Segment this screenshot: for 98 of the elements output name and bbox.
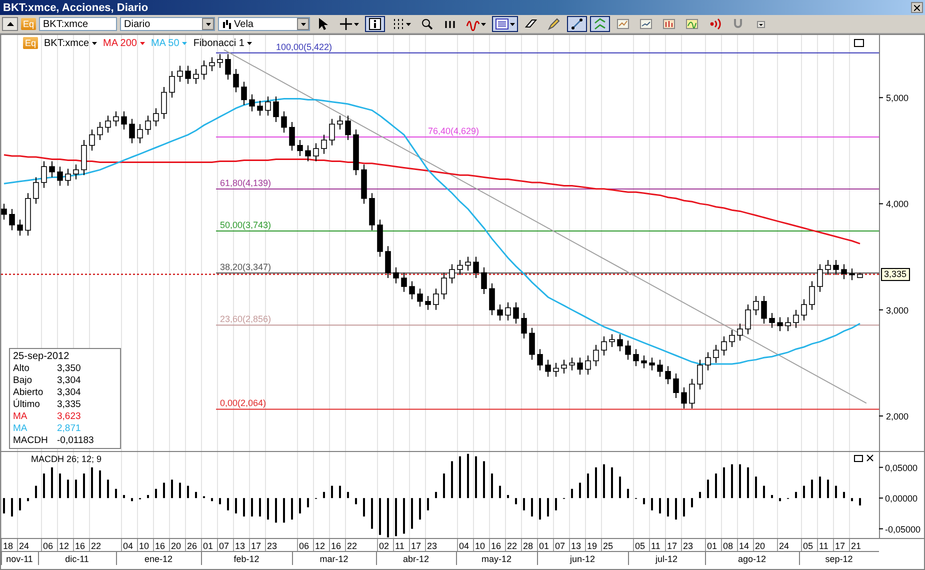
day-label: 16	[75, 541, 86, 551]
fibonacci-level-label: 61,80(4,139)	[220, 178, 272, 188]
day-label: 05	[803, 541, 814, 551]
day-label: 23	[427, 541, 438, 551]
month-label: jun-12	[570, 554, 596, 564]
info-value: 3,335	[57, 399, 82, 410]
day-label: 23	[267, 541, 278, 551]
month-label: ene-12	[144, 554, 173, 564]
day-label: 16	[155, 541, 166, 551]
day-label: 05	[635, 541, 646, 551]
fibonacci-level-label: 38,20(3,347)	[220, 262, 272, 272]
day-label: 06	[43, 541, 54, 551]
day-label: 12	[59, 541, 70, 551]
indicator-title: MACDH 26; 12; 9	[31, 454, 102, 464]
fibonacci-level-label: 76,40(4,629)	[428, 126, 480, 136]
info-label: MACDH	[13, 435, 49, 446]
info-value: 3,304	[57, 387, 82, 398]
day-label: 17	[667, 541, 678, 551]
equity-badge: Eq	[21, 18, 36, 30]
indicator-axis-label: 0,00000	[885, 494, 918, 504]
price-axis-label: 2,000	[886, 411, 909, 422]
day-label: 11	[651, 541, 660, 551]
month-label: mar-12	[320, 554, 348, 564]
day-label: 25	[603, 541, 614, 551]
month-label: ago-12	[738, 554, 766, 564]
legend-item[interactable]: BKT:xmce	[44, 38, 98, 48]
info-label: MA	[13, 411, 28, 422]
day-label: 20	[171, 541, 182, 551]
info-label: MA	[13, 423, 28, 434]
day-label: 21	[851, 541, 862, 551]
legend-item[interactable]: Fibonacci 1	[193, 38, 252, 48]
month-label: sep-12	[825, 554, 853, 564]
day-label: 14	[739, 541, 750, 551]
info-value: 2,871	[57, 423, 82, 434]
day-label: 13	[235, 541, 246, 551]
day-label: 22	[347, 541, 358, 551]
day-label: 24	[779, 541, 790, 551]
month-label: jul-12	[656, 554, 678, 564]
day-label: 28	[523, 541, 534, 551]
day-label: 01	[707, 541, 718, 551]
day-label: 04	[123, 541, 134, 551]
day-label: 02	[379, 541, 390, 551]
day-label: 20	[755, 541, 766, 551]
indicator-axis-label: -0,05000	[885, 524, 921, 534]
info-value: 3,350	[57, 363, 82, 374]
day-label: 12	[315, 541, 326, 551]
day-label: 13	[571, 541, 582, 551]
day-label: 11	[819, 541, 828, 551]
info-value: 3,304	[57, 375, 82, 386]
info-value: 3,623	[57, 411, 82, 422]
month-label: nov-11	[6, 554, 33, 564]
day-label: 06	[299, 541, 310, 551]
day-label: 01	[203, 541, 214, 551]
info-label: Último	[13, 399, 41, 410]
day-label: 16	[491, 541, 502, 551]
day-label: 10	[475, 541, 486, 551]
day-label: 07	[219, 541, 230, 551]
fibonacci-level-label: 100,00(5,422)	[276, 42, 332, 52]
day-label: 04	[459, 541, 470, 551]
day-label: 10	[139, 541, 150, 551]
day-label: 22	[507, 541, 518, 551]
month-label: may-12	[482, 554, 512, 564]
day-label: 23	[683, 541, 694, 551]
equity-badge: Eq	[23, 37, 38, 49]
month-label: dic-11	[65, 554, 89, 564]
fibonacci-level-label: 50,00(3,743)	[220, 220, 272, 230]
day-label: 17	[835, 541, 846, 551]
month-label: feb-12	[234, 554, 260, 564]
price-axis-label: 3,000	[886, 305, 909, 316]
month-label: abr-12	[403, 554, 429, 564]
day-label: 11	[395, 541, 404, 551]
price-axis-label: 4,000	[886, 199, 909, 210]
day-label: 26	[187, 541, 198, 551]
fibonacci-level-label: 0,00(2,064)	[220, 398, 266, 408]
fibonacci-level-label: 23,60(2,856)	[220, 314, 272, 324]
info-value: -0,01183	[57, 435, 95, 446]
period-dropdown[interactable]: Diario	[120, 17, 216, 31]
last-price-tag: 3,335	[881, 268, 910, 281]
day-label: 17	[251, 541, 262, 551]
info-label: Alto	[13, 363, 30, 374]
info-label: Abierto	[13, 387, 44, 398]
day-label: 19	[587, 541, 598, 551]
price-axis-label: 5,000	[886, 93, 909, 104]
chart-type-dropdown[interactable]: Vela	[218, 17, 310, 31]
info-label: Bajo	[13, 375, 34, 386]
day-label: 18	[3, 541, 14, 551]
day-label: 24	[19, 541, 30, 551]
indicator-axis-label: 0,05000	[885, 462, 918, 473]
day-label: 01	[539, 541, 550, 551]
day-label: 16	[331, 541, 342, 551]
day-label: 08	[723, 541, 734, 551]
day-label: 07	[555, 541, 566, 551]
info-date: 25-sep-2012	[13, 351, 70, 362]
symbol-field[interactable]: BKT:xmce	[39, 17, 118, 31]
day-label: 22	[91, 541, 102, 551]
legend-item[interactable]: MA 200	[103, 38, 145, 48]
window-title: BKT:xmce, Acciones, Diario	[3, 2, 148, 14]
day-label: 17	[411, 541, 422, 551]
